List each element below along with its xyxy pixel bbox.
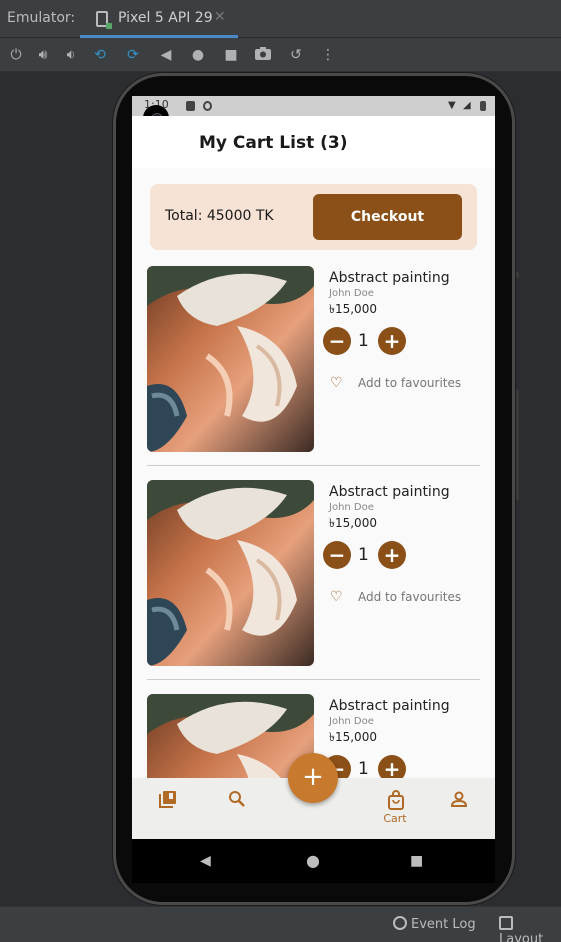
phone-screen: 1:10 ▼ ◢ My Cart List (3) Total: 45000 T… (132, 96, 495, 839)
snapshot-icon[interactable]: ↺ (286, 45, 306, 65)
artist-name: John Doe (329, 716, 374, 727)
screenshot-icon[interactable] (253, 45, 273, 65)
library-icon[interactable] (153, 790, 183, 812)
artwork-price: ৳15,000 (329, 516, 377, 530)
event-log-label: Event Log (411, 917, 476, 932)
ide-status-bar: Event Log Layout (0, 906, 561, 942)
decrease-quantity-button[interactable]: − (323, 541, 351, 569)
artwork-title: Abstract painting (329, 484, 450, 500)
item-divider (147, 465, 480, 466)
total-card: Total: 45000 TK Checkout (150, 184, 477, 250)
artwork-title: Abstract painting (329, 698, 450, 714)
more-icon[interactable]: ⋮ (318, 45, 338, 65)
android-status-bar: 1:10 ▼ ◢ (132, 96, 495, 116)
tab-label: Pixel 5 API 29 (118, 10, 213, 26)
volume-down-icon[interactable]: 🔉︎ (61, 45, 81, 65)
layout-inspector-button[interactable]: Layout (499, 916, 561, 942)
profile-icon[interactable] (444, 790, 474, 812)
rotate-right-icon[interactable]: ⟳ (123, 45, 143, 65)
wifi-icon: ▼ (448, 100, 456, 111)
signal-icon: ◢ (463, 100, 471, 111)
search-icon[interactable] (222, 790, 252, 812)
ide-tab-bar: Emulator: Pixel 5 API 29 ✕ (0, 0, 561, 38)
artwork-price: ৳15,000 (329, 730, 377, 744)
cart-item: Abstract painting John Doe ৳15,000 − 1 +… (147, 480, 480, 694)
increase-quantity-button[interactable]: + (378, 327, 406, 355)
power-icon[interactable]: ⏻ (6, 45, 26, 65)
app-bar: My Cart List (3) (132, 116, 495, 168)
add-fab-button[interactable]: + (288, 753, 338, 803)
add-to-favourites-link[interactable]: Add to favourites (358, 376, 461, 390)
emulator-toolbar: ⏻ 🔊︎ 🔉︎ ⟲ ⟳ ◀ ● ■ ↺ ⋮ (0, 38, 561, 72)
nav-home-icon[interactable]: ● (306, 851, 320, 870)
emulator-label: Emulator: (7, 10, 76, 26)
volume-up-icon[interactable]: 🔊︎ (33, 45, 53, 65)
nav-back-icon[interactable]: ◀ (200, 853, 211, 869)
sd-card-icon (186, 101, 195, 111)
tab-pixel-5-api-29[interactable]: Pixel 5 API 29 ✕ (80, 0, 238, 38)
event-log-icon (393, 916, 407, 930)
android-navigation-bar: ◀ ● ■ (132, 839, 495, 883)
side-button (516, 390, 519, 500)
heart-icon[interactable]: ♡ (330, 375, 343, 391)
cart-icon[interactable] (381, 790, 411, 814)
battery-icon (480, 101, 486, 111)
increase-quantity-button[interactable]: + (378, 541, 406, 569)
sync-icon (203, 101, 212, 111)
close-icon[interactable]: ✕ (214, 9, 226, 25)
add-to-favourites-link[interactable]: Add to favourites (358, 590, 461, 604)
artist-name: John Doe (329, 502, 374, 513)
heart-icon[interactable]: ♡ (330, 589, 343, 605)
overview-icon[interactable]: ■ (221, 45, 241, 65)
quantity-value: 1 (358, 545, 369, 565)
cart-label[interactable]: Cart (375, 812, 415, 825)
artwork-price: ৳15,000 (329, 302, 377, 316)
quantity-value: 1 (358, 331, 369, 351)
page-title: My Cart List (3) (199, 133, 348, 153)
device-icon (96, 11, 112, 29)
decrease-quantity-button[interactable]: − (323, 327, 351, 355)
item-divider (147, 679, 480, 680)
quantity-value: 1 (358, 759, 369, 779)
event-log-button[interactable]: Event Log (393, 916, 476, 932)
layout-label: Layout (499, 932, 544, 942)
layout-inspector-icon (499, 916, 513, 930)
back-icon[interactable]: ◀ (156, 45, 176, 65)
side-button (516, 272, 519, 278)
artwork-title: Abstract painting (329, 270, 450, 286)
artist-name: John Doe (329, 288, 374, 299)
total-label: Total: 45000 TK (165, 208, 274, 224)
artwork-image[interactable] (147, 480, 314, 666)
checkout-button[interactable]: Checkout (313, 194, 462, 240)
home-icon[interactable]: ● (188, 45, 208, 65)
rotate-left-icon[interactable]: ⟲ (90, 45, 110, 65)
cart-item: Abstract painting John Doe ৳15,000 − 1 +… (147, 266, 480, 480)
artwork-image[interactable] (147, 266, 314, 452)
nav-recents-icon[interactable]: ■ (410, 853, 423, 869)
